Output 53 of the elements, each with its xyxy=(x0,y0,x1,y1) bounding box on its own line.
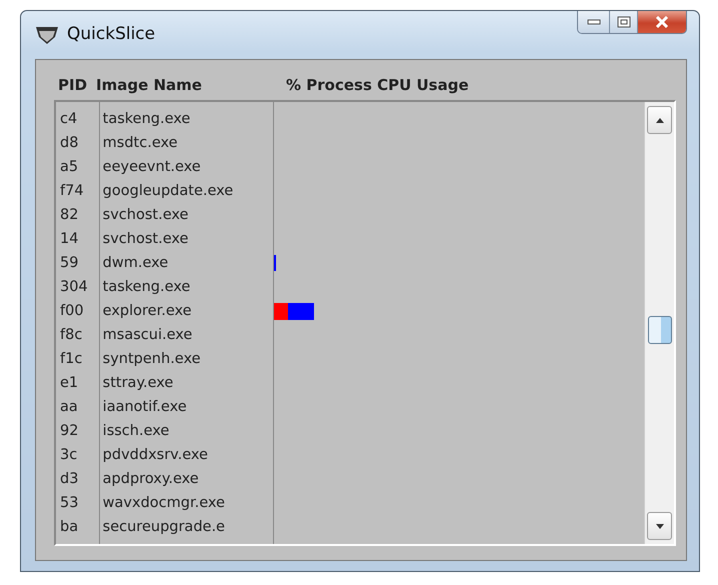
pid-cell-text: e1 xyxy=(60,374,80,393)
image-name-cell-text: syntpenh.exe xyxy=(102,350,202,369)
pid-cell-text: 82 xyxy=(60,206,80,225)
scroll-down-button[interactable] xyxy=(647,512,672,540)
close-icon xyxy=(654,16,670,28)
image-name-cell-text: svchost.exe xyxy=(102,230,190,249)
image-name-cell-text: pdvddxsrv.exe xyxy=(102,446,209,465)
pid-cell-text: 53 xyxy=(60,494,80,513)
image-name-cell-text: dwm.exe xyxy=(102,254,170,273)
pid-cell-text: 3c xyxy=(60,446,78,465)
scrollbar[interactable] xyxy=(644,102,674,544)
image-name-cell-text: taskeng.exe xyxy=(102,278,192,297)
image-name-cell-text: explorer.exe xyxy=(102,302,193,321)
pid-cell-text: 59 xyxy=(60,254,80,273)
image-name-cell-text: apdproxy.exe xyxy=(102,470,200,489)
image-name-cell-text: taskeng.exe xyxy=(102,110,192,129)
up-arrow-icon xyxy=(656,118,664,122)
column-header: % Process CPU Usage xyxy=(286,75,469,96)
window-title: QuickSlice xyxy=(67,23,156,46)
image-name-cell-text: issch.exe xyxy=(102,422,170,441)
pid-cell-text: ba xyxy=(60,518,80,537)
image-name-cell-text: googleupdate.exe xyxy=(102,182,234,201)
pid-cell-text: a5 xyxy=(60,158,80,177)
column-header: Image Name xyxy=(96,75,203,96)
pid-cell-text: d8 xyxy=(60,134,80,153)
pid-cell-text: f8c xyxy=(60,326,84,345)
column-header: PID xyxy=(58,75,88,96)
image-name-cell-text: msdtc.exe xyxy=(102,134,179,153)
shield-icon xyxy=(35,25,59,45)
pid-cell-text: aa xyxy=(60,398,79,417)
pid-cell-text: c4 xyxy=(60,110,78,129)
image-name-cell-text: sttray.exe xyxy=(102,374,174,393)
maximize-icon xyxy=(616,16,630,28)
image-name-cell-text: eeyeevnt.exe xyxy=(102,158,202,177)
image-name-cell-text: secureupgrade.e xyxy=(102,518,226,537)
down-arrow-icon xyxy=(656,524,664,528)
image-name-cell-text: msascui.exe xyxy=(102,326,194,345)
minimize-button[interactable] xyxy=(578,11,610,33)
pid-cell-text: 92 xyxy=(60,422,80,441)
pid-cell-text: f00 xyxy=(60,302,85,321)
image-name-cell-text: iaanotif.exe xyxy=(102,398,188,417)
maximize-button[interactable] xyxy=(610,11,638,33)
pid-cell-text: d3 xyxy=(60,470,80,489)
minimize-icon xyxy=(586,19,600,25)
pid-cell-text: f1c xyxy=(60,350,84,369)
close-button[interactable] xyxy=(638,11,686,33)
image-name-cell-text: svchost.exe xyxy=(102,206,190,225)
scroll-thumb[interactable] xyxy=(648,316,672,344)
pid-cell-text: 14 xyxy=(60,230,80,249)
pid-cell-text: 304 xyxy=(60,278,89,297)
pid-cell-text: f74 xyxy=(60,182,85,201)
scroll-up-button[interactable] xyxy=(647,106,672,134)
image-name-cell-text: wavxdocmgr.exe xyxy=(102,494,226,513)
